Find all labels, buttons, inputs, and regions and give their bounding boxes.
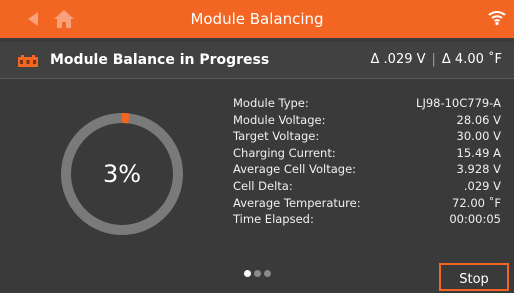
info-value: 3.928 V — [456, 162, 501, 177]
info-value: 28.06 V — [456, 112, 501, 127]
info-label: Charging Current: — [233, 145, 336, 160]
delta-readout: Δ .029 V | Δ 4.00 ˚F — [371, 42, 502, 78]
info-label: Average Temperature: — [233, 195, 361, 210]
page-dot[interactable] — [264, 270, 271, 277]
info-row: Time Elapsed: 00:00:05 — [233, 211, 501, 228]
info-row: Average Cell Voltage: 3.928 V — [233, 161, 501, 178]
info-label: Module Type: — [233, 96, 309, 110]
info-row: Charging Current: 15.49 A — [233, 145, 501, 162]
page-dot[interactable] — [254, 270, 261, 277]
top-bar: Module Balancing — [0, 0, 514, 38]
delta-voltage: Δ .029 V — [370, 52, 426, 67]
info-label: Time Elapsed: — [233, 212, 314, 227]
delta-separator: | — [431, 52, 436, 67]
info-value: 30.00 V — [456, 129, 501, 144]
info-row: Average Temperature: 72.00 ˚F — [233, 195, 501, 212]
info-value: .029 V — [463, 178, 501, 193]
info-label: Cell Delta: — [233, 178, 293, 193]
info-label: Module Voltage: — [233, 112, 326, 127]
info-value: LJ98-10C779-A — [416, 96, 501, 110]
info-row: Module Voltage: 28.06 V — [233, 112, 501, 129]
info-label: Target Voltage: — [233, 129, 320, 144]
page-title: Module Balancing — [190, 10, 324, 28]
back-arrow-icon[interactable] — [24, 10, 42, 28]
status-title: Module Balance in Progress — [50, 52, 270, 68]
module-info-list: Module Type: LJ98-10C779-A Module Voltage:… — [233, 95, 501, 228]
page-dot[interactable] — [244, 270, 251, 277]
wifi-icon — [488, 11, 506, 26]
info-value: 15.49 A — [456, 145, 501, 160]
progress-percent: 3% — [102, 160, 142, 188]
info-row: Module Type: LJ98-10C779-A — [233, 95, 501, 112]
info-value: 00:00:05 — [449, 212, 501, 227]
info-row: Target Voltage: 30.00 V — [233, 128, 501, 145]
info-label: Average Cell Voltage: — [233, 162, 357, 177]
stop-button[interactable]: Stop — [439, 263, 509, 291]
info-row: Cell Delta: .029 V — [233, 178, 501, 195]
page-indicator — [244, 262, 274, 277]
home-icon[interactable] — [53, 8, 75, 30]
module-icon — [18, 55, 38, 67]
delta-temperature: Δ 4.00 ˚F — [441, 52, 502, 67]
info-value: 72.00 ˚F — [452, 195, 501, 210]
status-header: Module Balance in Progress Δ .029 V | Δ 4.… — [0, 42, 514, 79]
